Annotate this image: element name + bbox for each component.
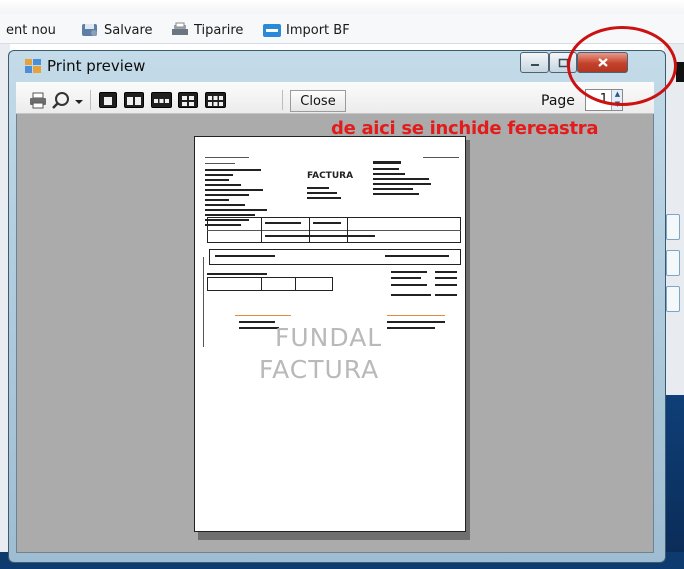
watermark-line-2: FACTURA [259,355,380,384]
watermark-line-1: FUNDAL [275,323,383,352]
two-pages-icon [127,97,141,105]
print-document-button[interactable] [27,90,49,110]
invoice-page: FACTURA FUNDAL FACTURA [194,136,466,532]
save-label: Salvare [104,22,153,38]
zoom-button[interactable] [50,90,72,110]
six-pages-button[interactable] [205,92,226,108]
printer-icon [172,22,188,35]
zoom-icon [52,92,69,109]
import-bf-button[interactable]: Import BF [262,20,350,40]
import-bf-label: Import BF [286,22,350,38]
window-title: Print preview [47,57,146,75]
print-label: Tiparire [194,22,244,38]
toolbar-separator [282,90,283,110]
one-page-icon [104,97,112,105]
background-right-header [676,62,684,82]
save-icon [82,24,97,36]
toolbar-separator [90,90,91,110]
two-pages-button[interactable] [124,92,144,108]
print-button[interactable]: Tiparire [170,20,243,40]
save-button[interactable]: Salvare [80,20,153,40]
minimize-button[interactable] [520,52,549,73]
six-pages-icon [208,96,223,106]
chevron-down-icon [75,100,83,104]
invoice-heading: FACTURA [307,171,354,181]
four-pages-icon [182,96,194,106]
background-right-button[interactable] [666,250,680,276]
three-pages-icon [154,99,169,103]
background-right-button[interactable] [666,214,680,240]
page-label: Page [541,93,575,109]
new-document-label: ent nou [6,22,56,38]
import-icon [263,24,281,37]
minimize-icon [521,53,548,72]
new-document-button[interactable]: ent nou [6,20,56,40]
print-preview-icon [25,59,41,73]
annotation-circle [567,26,677,106]
printer-icon [30,92,46,109]
four-pages-button[interactable] [178,92,198,108]
three-pages-button[interactable] [151,92,172,108]
desktop: ent nou Salvare Tiparire Import BF Print… [0,0,684,569]
zoom-dropdown-button[interactable] [73,90,85,110]
background-window-top [0,0,684,14]
background-right-button[interactable] [666,286,680,312]
close-preview-button[interactable]: Close [290,90,346,112]
one-page-button[interactable] [99,92,117,108]
